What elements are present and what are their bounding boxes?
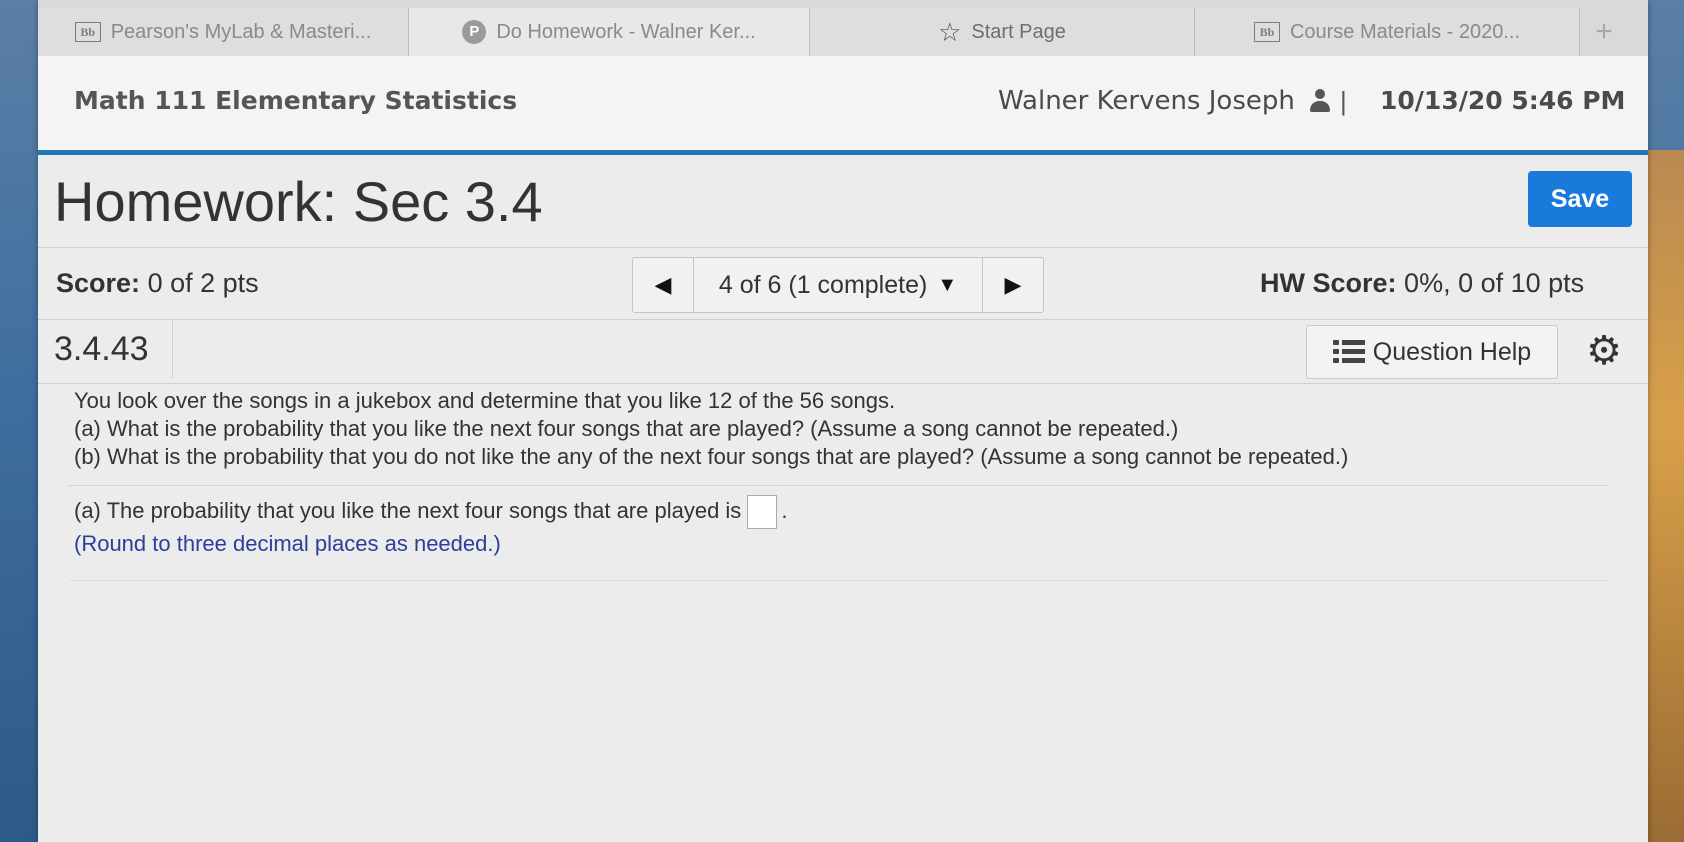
- question-selector[interactable]: 4 of 6 (1 complete) ▼: [694, 258, 982, 312]
- page-title: Homework: Sec 3.4: [54, 170, 543, 233]
- divider: [38, 383, 1648, 384]
- question-score: Score: 0 of 2 pts: [56, 268, 259, 299]
- bb-icon: Bb: [1253, 22, 1280, 42]
- divider: [68, 580, 1608, 581]
- next-question-button[interactable]: ▶: [982, 258, 1043, 312]
- caret-down-icon: ▼: [937, 273, 958, 296]
- header-separator: |: [1340, 86, 1347, 116]
- course-header: Math 111 Elementary Statistics Walner Ke…: [38, 56, 1648, 155]
- tab-label: Pearson's MyLab & Masteri...: [110, 20, 372, 43]
- list-icon: [1332, 340, 1365, 364]
- divider: [38, 319, 1648, 320]
- answer-suffix: .: [781, 497, 788, 523]
- new-tab-button[interactable]: +: [1580, 8, 1628, 56]
- score-label: Score:: [56, 268, 141, 298]
- divider: [38, 247, 1648, 248]
- user-name[interactable]: Walner Kervens Joseph: [998, 86, 1331, 116]
- question-navigator: ◀ 4 of 6 (1 complete) ▼ ▶: [632, 257, 1044, 313]
- hw-score-label: HW Score:: [1260, 268, 1397, 298]
- tab-bar: Bb Pearson's MyLab & Masteri... P Do Hom…: [38, 0, 1648, 56]
- gear-icon[interactable]: ⚙: [1578, 325, 1630, 377]
- question-position: 4 of 6 (1 complete): [718, 270, 928, 299]
- divider: [68, 485, 1608, 486]
- tab-do-homework[interactable]: P Do Homework - Walner Ker...: [409, 8, 810, 56]
- tab-start-page[interactable]: ☆ Start Page: [810, 8, 1195, 56]
- score-value: 0 of 2 pts: [147, 268, 259, 298]
- save-button[interactable]: Save: [1528, 171, 1632, 227]
- hw-score-value: 0%, 0 of 10 pts: [1404, 268, 1585, 298]
- tab-label: Do Homework - Walner Ker...: [496, 20, 756, 43]
- tab-pearson-mylab[interactable]: Bb Pearson's MyLab & Masteri...: [38, 8, 409, 56]
- bb-icon: Bb: [74, 22, 101, 42]
- tab-label: Start Page: [971, 20, 1066, 43]
- question-help-label: Question Help: [1372, 337, 1532, 366]
- question-number: 3.4.43: [54, 330, 149, 368]
- rounding-hint: (Round to three decimal places as needed…: [74, 531, 501, 556]
- problem-part-a: (a) What is the probability that you lik…: [74, 416, 1179, 441]
- star-icon: ☆: [938, 17, 962, 47]
- homework-panel: Homework: Sec 3.4 Save Score: 0 of 2 pts…: [38, 155, 1648, 842]
- tab-label: Course Materials - 2020...: [1289, 20, 1521, 43]
- user-name-label: Walner Kervens Joseph: [998, 86, 1295, 116]
- course-title: Math 111 Elementary Statistics: [74, 86, 518, 115]
- datetime: 10/13/20 5:46 PM: [1380, 86, 1626, 115]
- problem-part-b: (b) What is the probability that you do …: [74, 444, 1349, 469]
- question-help-button[interactable]: Question Help: [1306, 325, 1558, 379]
- previous-question-button[interactable]: ◀: [633, 258, 694, 312]
- browser-window: Bb Pearson's MyLab & Masteri... P Do Hom…: [38, 0, 1648, 842]
- answer-prompt: (a) The probability that you like the ne…: [74, 497, 742, 523]
- problem-statement: You look over the songs in a jukebox and…: [74, 387, 1574, 471]
- person-icon: [1309, 89, 1331, 113]
- answer-input[interactable]: [747, 495, 778, 529]
- pearson-icon: P: [462, 20, 487, 44]
- hw-score: HW Score: 0%, 0 of 10 pts: [1260, 268, 1584, 299]
- tab-course-materials[interactable]: Bb Course Materials - 2020...: [1195, 8, 1580, 56]
- answer-section: (a) The probability that you like the ne…: [74, 495, 787, 559]
- problem-intro: You look over the songs in a jukebox and…: [74, 388, 896, 413]
